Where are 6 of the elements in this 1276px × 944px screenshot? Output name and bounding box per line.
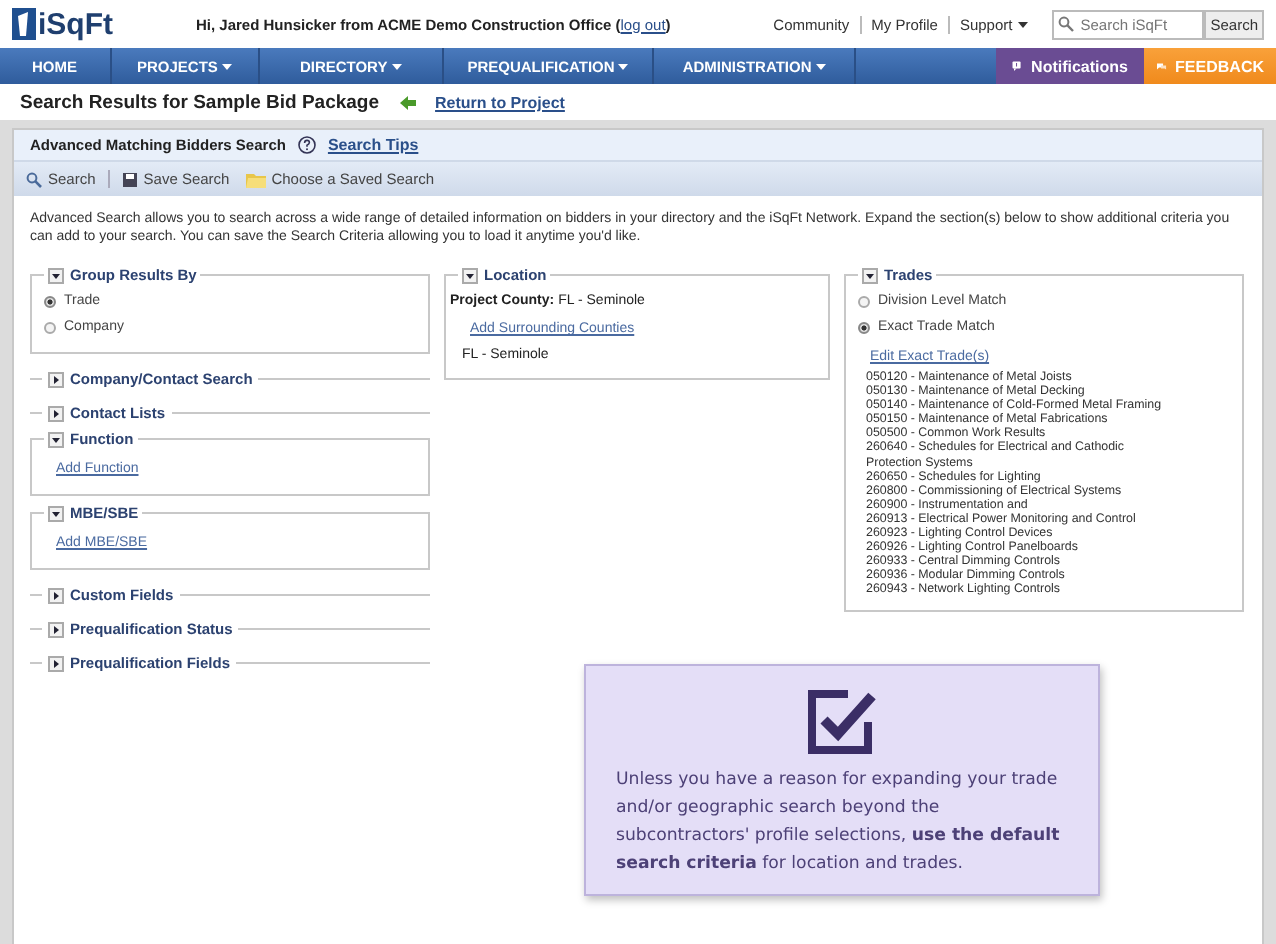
logo-text: iSqFt bbox=[38, 7, 113, 41]
search-tips-link[interactable]: Search Tips bbox=[327, 136, 419, 154]
notifications-button[interactable]: Notifications bbox=[996, 48, 1144, 84]
page-title: Search Results for Sample Bid Package bbox=[20, 91, 380, 113]
return-link[interactable]: Return to Project bbox=[435, 93, 565, 111]
tip-text: Unless you have a reason for expanding your trade and/or geographic search beyond the subcontractors' profile selections, use the default search criteria for location and trades. bbox=[616, 768, 1062, 878]
